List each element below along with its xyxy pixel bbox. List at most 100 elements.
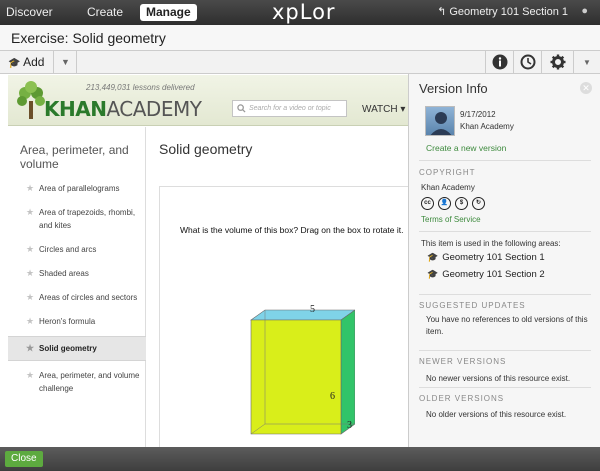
add-dropdown-caret[interactable]: ▼ [55,51,77,73]
older-heading: OLDER VERSIONS [419,394,505,403]
star-icon: ★ [26,183,35,193]
add-label: Add [23,55,45,69]
search-icon [237,104,246,113]
terms-link[interactable]: Terms of Service [421,215,481,224]
user-menu-icon[interactable]: ● [581,5,588,17]
search-placeholder: Search for a video or topic [249,105,331,112]
star-icon: ★ [26,244,35,254]
topic-item[interactable]: ★ Heron's formula [8,315,146,328]
attribution-icon: 👤 [438,197,451,210]
khan-wordmark-bold: KHAN [44,97,107,121]
exercise-heading: Solid geometry [159,141,253,157]
topic-item-active[interactable]: ★ Solid geometry [8,336,146,361]
box-depth-label: 3 [347,420,352,431]
nav-discover[interactable]: Discover [6,4,53,21]
box-height-label: 6 [330,391,335,402]
author-avatar [425,106,455,136]
top-nav-bar: Discover Create Manage xpLor ↰ Geometry … [0,0,600,25]
history-button[interactable] [513,51,541,73]
nav-manage[interactable]: Manage [140,4,197,21]
back-arrow-icon: ↰ [437,6,447,18]
lessons-tagline: 213,449,031 lessons delivered [86,83,195,92]
topic-item-label: Area, perimeter, and volume challenge [39,371,140,393]
divider [419,294,591,295]
noncommercial-icon: $ [455,197,468,210]
watch-menu[interactable]: WATCH ▾ [362,104,405,115]
topic-item[interactable]: ★ Circles and arcs [8,243,146,256]
app-logo: xpLor [272,0,336,24]
info-icon [492,54,507,70]
newer-text: No newer versions of this resource exist… [426,374,571,383]
topic-item-label: Areas of circles and sectors [39,293,138,302]
copyright-holder: Khan Academy [421,183,475,192]
star-icon: ★ [26,207,35,217]
version-author: Khan Academy [460,122,514,131]
khan-header: 213,449,031 lessons delivered KHANACADEM… [8,75,408,126]
topic-item[interactable]: ★ Area of parallelograms [8,182,146,195]
close-button[interactable]: Close [5,451,43,467]
star-icon: ★ [26,316,35,326]
info-button[interactable] [485,51,513,73]
exercise-area: What is the volume of this box? Drag on … [159,186,409,448]
star-icon: ★ [26,292,35,302]
page-title: Exercise: Solid geometry [11,30,166,46]
divider [419,350,591,351]
area-item[interactable]: 🎓 Geometry 101 Section 1 [427,252,545,263]
breadcrumb-label: Geometry 101 Section 1 [449,6,568,18]
box-width-label: 5 [310,304,315,315]
area-item-label: Geometry 101 Section 2 [442,269,545,280]
suggested-text: You have no references to old versions o… [426,315,588,336]
settings-dropdown-caret[interactable]: ▼ [573,51,600,73]
copyright-heading: COPYRIGHT [419,168,476,177]
settings-button[interactable] [541,51,573,73]
topic-sidebar: Area, perimeter, and volume ★ Area of par… [8,127,146,447]
khan-wordmark-light: ACADEMY [106,97,202,121]
divider [419,231,591,232]
divider [419,160,591,161]
topic-item-label: Area of parallelograms [39,184,120,193]
gear-icon [550,54,565,70]
topic-item[interactable]: ★ Areas of circles and sectors [8,291,146,304]
topic-item-label: Shaded areas [39,269,89,278]
cc-icon: cc [421,197,434,210]
mortarboard-icon: 🎓 [8,58,21,69]
area-item-label: Geometry 101 Section 1 [442,252,545,263]
topic-title: Area, perimeter, and volume [20,143,129,171]
newer-heading: NEWER VERSIONS [419,357,507,366]
mortarboard-icon: 🎓 [427,252,439,262]
version-info-panel: Version Info ✕ 9/17/2012 Khan Academy Cr… [408,74,600,447]
star-icon: ★ [26,268,35,278]
question-text: What is the volume of this box? Drag on … [180,225,404,235]
clock-icon [520,54,535,70]
panel-title: Version Info [419,81,488,96]
topic-item-label: Area of trapezoids, rhombi, and kites [39,208,136,230]
title-bar: Exercise: Solid geometry [0,25,600,51]
add-button[interactable]: 🎓 Add [0,51,54,73]
footer-bar: Close [0,447,600,471]
topic-item[interactable]: ★ Area of trapezoids, rhombi, and kites [8,206,146,232]
topic-item-label: Heron's formula [39,317,96,326]
khan-search-input[interactable]: Search for a video or topic [232,100,347,117]
topic-list: ★ Area of parallelograms ★ Area of trapezo… [8,182,146,395]
version-date: 9/17/2012 [460,110,496,119]
topic-item[interactable]: ★ Area, perimeter, and volume challenge [8,369,146,395]
share-alike-icon: ↻ [472,197,485,210]
nav-create[interactable]: Create [87,4,123,21]
close-icon[interactable]: ✕ [580,82,592,94]
toolbar: 🎓 Add ▼ ▼ [0,51,600,74]
khan-tree-logo [17,81,45,119]
suggested-heading: SUGGESTED UPDATES [419,301,526,310]
mortarboard-icon: 🎓 [427,269,439,279]
star-icon: ★ [26,370,35,380]
create-version-link[interactable]: Create a new version [426,143,506,153]
area-item[interactable]: 🎓 Geometry 101 Section 2 [427,269,545,280]
rotatable-box[interactable] [245,302,355,442]
topic-item-label: Solid geometry [39,344,97,353]
divider [419,387,591,388]
topic-item[interactable]: ★ Shaded areas [8,267,146,280]
context-breadcrumb[interactable]: ↰ Geometry 101 Section 1 [437,5,568,18]
topic-item-label: Circles and arcs [39,245,97,254]
khan-wordmark[interactable]: KHANACADEMY [44,97,202,121]
star-icon: ★ [26,343,35,353]
older-text: No older versions of this resource exist… [426,410,567,419]
